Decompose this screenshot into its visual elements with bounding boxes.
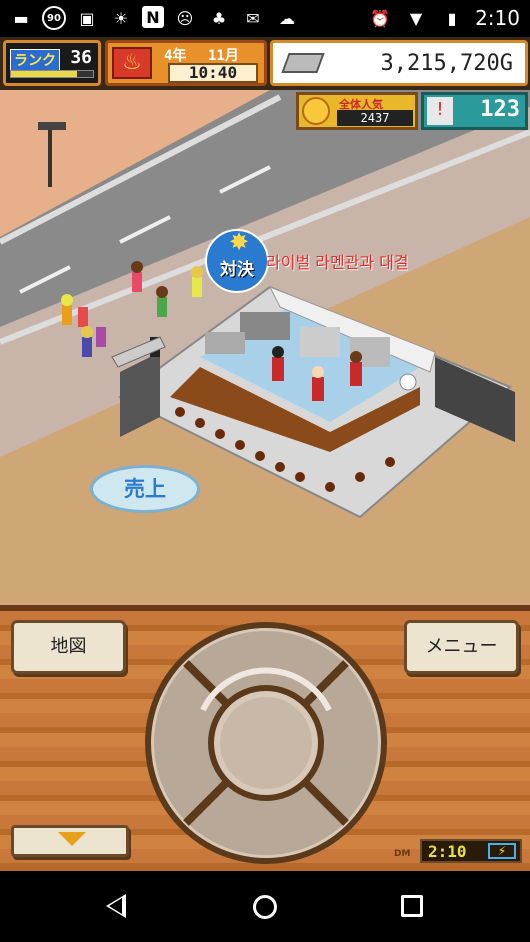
notification-icons: ▬ 90 ▣ ☀ N ☹ ♣ ✉ ☁ — [8, 6, 300, 30]
money-value: 3,215,720G — [380, 51, 513, 76]
down-arrow-icon — [58, 832, 86, 846]
rank-panel[interactable]: ランク 36 — [3, 40, 101, 86]
alarm-icon: ⏰ — [370, 8, 391, 28]
status-time: 2:10 — [475, 6, 520, 30]
emoji-icon: ☹ — [176, 8, 194, 28]
collapse-button[interactable] — [11, 825, 129, 857]
popularity-panel[interactable]: 全体人気 2437 — [296, 92, 418, 130]
back-icon-inner — [109, 898, 122, 914]
dpad[interactable] — [143, 620, 389, 866]
game-time: 10:40 — [168, 63, 258, 83]
money-panel[interactable]: 3,215,720G — [270, 40, 528, 86]
battery-icon: ▮ — [447, 8, 457, 28]
rival-icon: ! — [427, 97, 453, 125]
clock-time: 2:10 — [428, 842, 467, 861]
game-view[interactable]: ランク 36 ♨ 4年 11月 10:40 3,215,720G 全体人気 24… — [0, 37, 530, 605]
system-icons: ⏰ ▼ ▮ 2:10 — [367, 6, 520, 30]
android-icon: ♣ — [211, 8, 227, 28]
status-bar: ▬ 90 ▣ ☀ N ☹ ♣ ✉ ☁ ⏰ ▼ ▮ 2:10 — [0, 0, 530, 37]
home-icon[interactable] — [253, 895, 277, 919]
battery-charging-icon: ⚡ — [488, 843, 516, 859]
vs-button[interactable]: ✸ 対決 — [205, 229, 269, 293]
vs-caption: 라이벌 라멘관과 대결 — [266, 253, 409, 272]
weather-icon: ☀ — [113, 8, 129, 28]
rank-value: 36 — [70, 47, 92, 68]
flame-icon: ♨ — [112, 47, 152, 79]
smiley-icon — [302, 97, 330, 125]
sales-button[interactable]: 売上 — [90, 465, 200, 513]
rank-progress-fill — [11, 71, 77, 77]
cloud-icon: ☁ — [279, 8, 295, 28]
rival-value: 123 — [480, 97, 520, 122]
money-icon — [281, 53, 325, 73]
mail-icon: ✉ — [246, 8, 260, 28]
popularity-value: 2437 — [337, 110, 413, 126]
burst-icon: ✸ — [228, 228, 250, 256]
navigation-bar — [0, 871, 530, 942]
vs-label: 対決 — [220, 260, 254, 280]
rank-progress-bar — [10, 70, 94, 78]
recent-apps-icon[interactable] — [401, 895, 423, 917]
menu-button[interactable]: メニュー — [404, 620, 519, 674]
badge-90-icon: 90 — [42, 6, 66, 30]
rival-panel[interactable]: ! 123 — [421, 92, 528, 130]
clock-tag: DM — [394, 849, 411, 859]
message-icon: ▬ — [13, 8, 29, 28]
n-icon: N — [142, 6, 164, 28]
wifi-icon: ▼ — [409, 8, 423, 28]
rank-label: ランク — [10, 49, 60, 71]
date-panel[interactable]: ♨ 4年 11月 10:40 — [105, 40, 267, 86]
year-label: 4年 — [164, 48, 187, 64]
image-icon: ▣ — [79, 8, 95, 28]
month-label: 11月 — [208, 48, 239, 64]
clock-panel: 2:10 ⚡ — [420, 839, 522, 863]
map-button[interactable]: 地図 — [11, 620, 126, 674]
controller-panel: 地図 メニュー DM 2:10 ⚡ — [0, 605, 530, 871]
